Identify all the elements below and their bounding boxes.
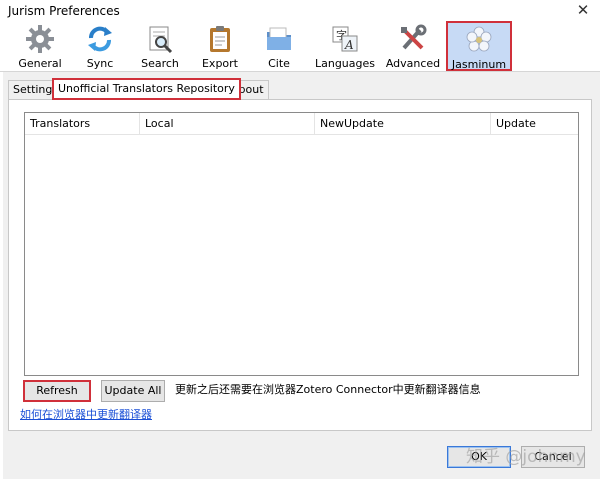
cancel-button[interactable]: Cancel <box>521 446 585 468</box>
pane-label: Cite <box>268 57 290 70</box>
pane-label: Languages <box>314 57 376 70</box>
update-all-button[interactable]: Update All <box>101 380 165 402</box>
pane-label: Search <box>141 57 179 70</box>
column-translators[interactable]: Translators <box>25 113 140 135</box>
clipboard-icon <box>210 26 230 52</box>
help-link[interactable]: 如何在浏览器中更新翻译器 <box>20 406 152 422</box>
sync-icon <box>88 26 112 52</box>
tab-setting[interactable]: Setting <box>8 80 58 100</box>
flower-icon <box>466 26 492 52</box>
translators-panel: Translators Local NewUpdate Update Refre… <box>8 99 592 431</box>
gear-icon <box>26 25 54 53</box>
search-icon <box>149 26 173 54</box>
refresh-button[interactable]: Refresh <box>23 380 91 402</box>
preferences-window: Jurism Preferences ✕ General Sync Search… <box>0 0 600 479</box>
pane-export[interactable]: Export <box>194 22 246 72</box>
close-icon[interactable]: ✕ <box>574 1 592 19</box>
pane-advanced[interactable]: Advanced <box>384 22 442 72</box>
pane-general[interactable]: General <box>14 22 66 72</box>
column-local[interactable]: Local <box>140 113 315 135</box>
ok-button[interactable]: OK <box>447 446 511 468</box>
tab-unofficial-translators-repository[interactable]: Unofficial Translators Repository <box>52 78 241 100</box>
pane-cite[interactable]: Cite <box>253 22 305 72</box>
pane-search[interactable]: Search <box>134 22 186 72</box>
pane-toolbar: General Sync Search Export Cite A Langua… <box>0 21 600 72</box>
pane-label: Sync <box>86 57 114 70</box>
window-title: Jurism Preferences <box>8 4 120 18</box>
column-update[interactable]: Update <box>491 113 578 135</box>
language-icon: 字 A <box>332 26 358 52</box>
pane-label: General <box>18 57 62 70</box>
pane-label: Export <box>201 57 238 70</box>
update-note: 更新之后还需要在浏览器Zotero Connector中更新翻译器信息 <box>175 383 481 396</box>
pane-label: Advanced <box>385 57 441 70</box>
svg-text:A: A <box>344 38 354 52</box>
folder-icon <box>267 27 291 50</box>
pane-sync[interactable]: Sync <box>74 22 126 72</box>
pane-languages[interactable]: 字 A Languages <box>314 22 376 72</box>
title-bar: Jurism Preferences ✕ <box>0 0 600 22</box>
pane-jasminum[interactable]: Jasminum <box>446 21 512 71</box>
translators-table[interactable]: Translators Local NewUpdate Update <box>24 112 579 376</box>
tools-icon <box>401 24 427 50</box>
column-newupdate[interactable]: NewUpdate <box>315 113 491 135</box>
table-header: Translators Local NewUpdate Update <box>25 113 578 135</box>
pane-label: Jasminum <box>451 58 507 71</box>
